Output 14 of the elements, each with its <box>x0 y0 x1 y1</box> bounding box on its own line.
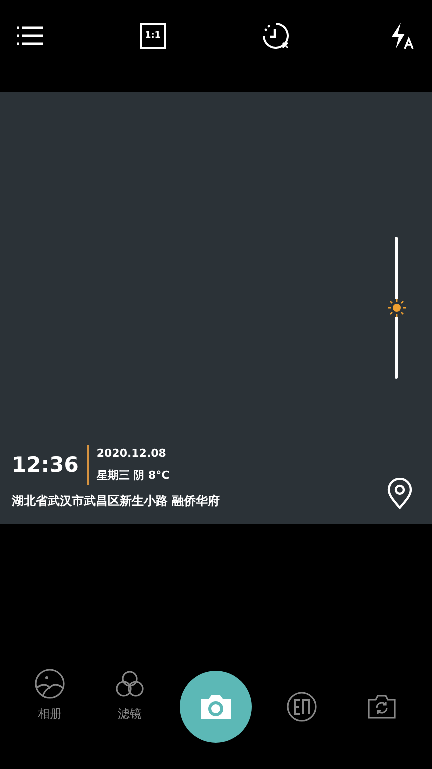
address-text: 湖北省武汉市武昌区新生小路 融侨华府 <box>12 493 220 510</box>
filter-icon <box>114 668 146 700</box>
tool-label[interactable]: 滤镜 <box>118 706 142 723</box>
edit-mode-icon <box>286 691 318 723</box>
date-text: 2020.12.08 <box>96 447 168 460</box>
location-pin-icon[interactable] <box>387 478 413 510</box>
camera-icon <box>199 693 233 721</box>
tool-label[interactable]: 相册 <box>38 706 62 723</box>
exposure-slider[interactable] <box>387 237 406 379</box>
time-text: 12:36 <box>12 453 79 477</box>
album-icon <box>34 668 66 700</box>
timer-off-icon[interactable] <box>260 20 292 52</box>
weather-text: 星期三 阴 8°C <box>96 468 170 483</box>
aspect-ratio-button[interactable]: 1:1 <box>140 23 166 49</box>
